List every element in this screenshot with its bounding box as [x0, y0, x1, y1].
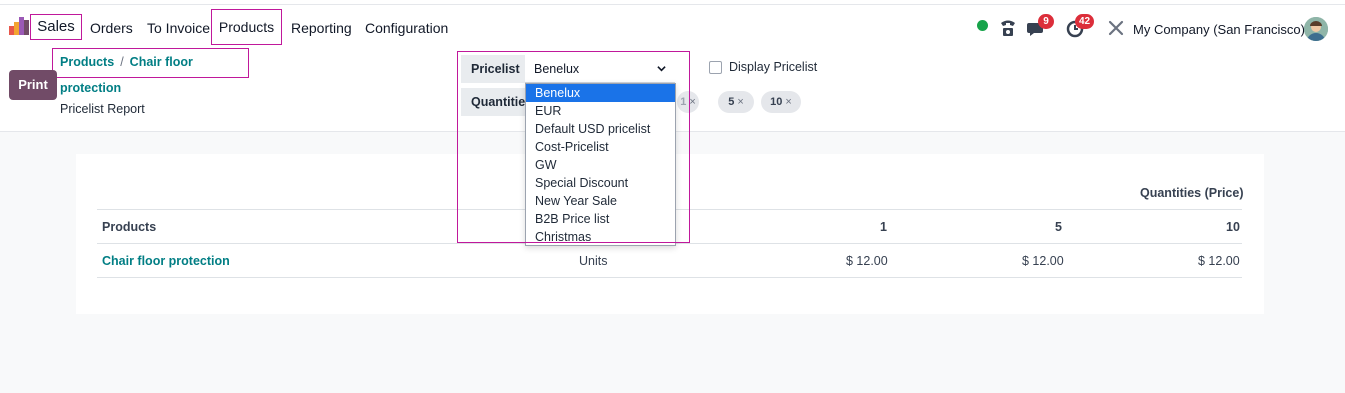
product-link[interactable]: Chair floor protection — [102, 254, 230, 268]
chip-value: 5 — [728, 96, 735, 108]
top-navbar: Sales Orders To Invoice Products Reporti… — [0, 4, 1345, 48]
remove-chip-icon[interactable]: × — [737, 96, 743, 108]
menu-products[interactable]: Products — [211, 9, 282, 45]
phone-icon[interactable] — [999, 15, 1017, 39]
menu-configuration[interactable]: Configuration — [365, 13, 448, 43]
uom-cell: Units — [579, 254, 608, 268]
quantity-chip[interactable]: 10 × — [761, 91, 801, 113]
breadcrumb-products-link[interactable]: Products — [60, 55, 114, 69]
print-button[interactable]: Print — [9, 70, 57, 100]
price-cell: $ 12.00 — [1198, 254, 1240, 268]
sales-app-icon[interactable] — [9, 17, 29, 35]
user-avatar-icon — [1304, 17, 1328, 41]
chat-badge: 9 — [1038, 14, 1054, 29]
avatar[interactable] — [1304, 17, 1328, 41]
remove-chip-icon[interactable]: × — [785, 96, 791, 108]
breadcrumb-separator: / — [120, 55, 124, 69]
column-header-products: Products — [102, 220, 157, 234]
column-header-qty-1: 1 — [880, 220, 887, 234]
column-header-qty-5: 5 — [1055, 220, 1062, 234]
status-dot-icon — [977, 20, 988, 31]
remove-chip-icon[interactable]: × — [689, 96, 695, 108]
menu-reporting[interactable]: Reporting — [291, 13, 352, 43]
highlight-box — [457, 51, 690, 243]
menu-orders[interactable]: Orders — [90, 13, 133, 43]
price-cell: $ 12.00 — [846, 254, 888, 268]
column-header-qty-10: 10 — [1226, 220, 1240, 234]
page-title: Pricelist Report — [60, 102, 145, 116]
display-pricelist-label[interactable]: Display Pricelist — [729, 60, 817, 74]
chip-value: 10 — [770, 96, 783, 108]
app-name[interactable]: Sales — [30, 14, 82, 40]
quantity-chip[interactable]: 5 × — [718, 91, 754, 113]
breadcrumb: Products / Chair floor protection — [52, 48, 249, 95]
menu-to-invoice[interactable]: To Invoice — [147, 13, 210, 43]
activity-badge: 42 — [1075, 14, 1095, 29]
table-divider — [97, 277, 1242, 278]
company-switcher[interactable]: My Company (San Francisco) — [1133, 22, 1305, 37]
price-cell: $ 12.00 — [1022, 254, 1064, 268]
tools-icon[interactable] — [1107, 15, 1125, 39]
display-pricelist-checkbox[interactable] — [709, 61, 722, 74]
quantities-header: Quantities (Price) — [1140, 186, 1244, 200]
